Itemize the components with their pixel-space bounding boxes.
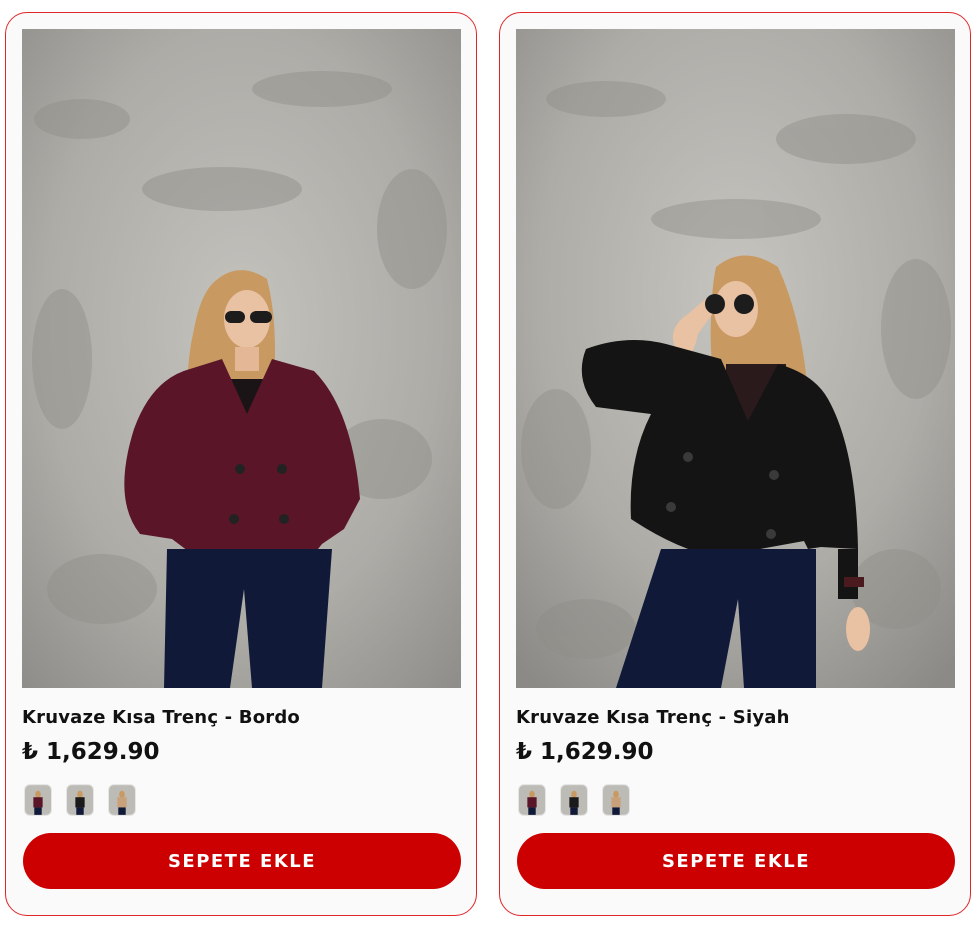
product-image[interactable] [516, 29, 955, 688]
swatch-bordo[interactable] [518, 784, 546, 816]
product-grid: Kruvaze Kısa Trenç - Bordo ₺ 1,629.90 SE… [0, 0, 978, 932]
product-photo-illustration [22, 29, 461, 688]
product-card[interactable]: Kruvaze Kısa Trenç - Bordo ₺ 1,629.90 SE… [5, 12, 477, 916]
product-price: ₺ 1,629.90 [22, 739, 160, 765]
product-photo-illustration [516, 29, 955, 688]
swatch-bej[interactable] [108, 784, 136, 816]
color-swatches [518, 784, 630, 818]
add-to-cart-button[interactable]: SEPETE EKLE [517, 833, 955, 889]
swatch-siyah[interactable] [560, 784, 588, 816]
product-card[interactable]: Kruvaze Kısa Trenç - Siyah ₺ 1,629.90 SE… [499, 12, 971, 916]
color-swatches [24, 784, 136, 818]
product-image[interactable] [22, 29, 461, 688]
swatch-siyah[interactable] [66, 784, 94, 816]
swatch-bej[interactable] [602, 784, 630, 816]
product-price: ₺ 1,629.90 [516, 739, 654, 765]
product-title[interactable]: Kruvaze Kısa Trenç - Siyah [516, 707, 790, 728]
swatch-bordo[interactable] [24, 784, 52, 816]
add-to-cart-button[interactable]: SEPETE EKLE [23, 833, 461, 889]
product-title[interactable]: Kruvaze Kısa Trenç - Bordo [22, 707, 300, 728]
